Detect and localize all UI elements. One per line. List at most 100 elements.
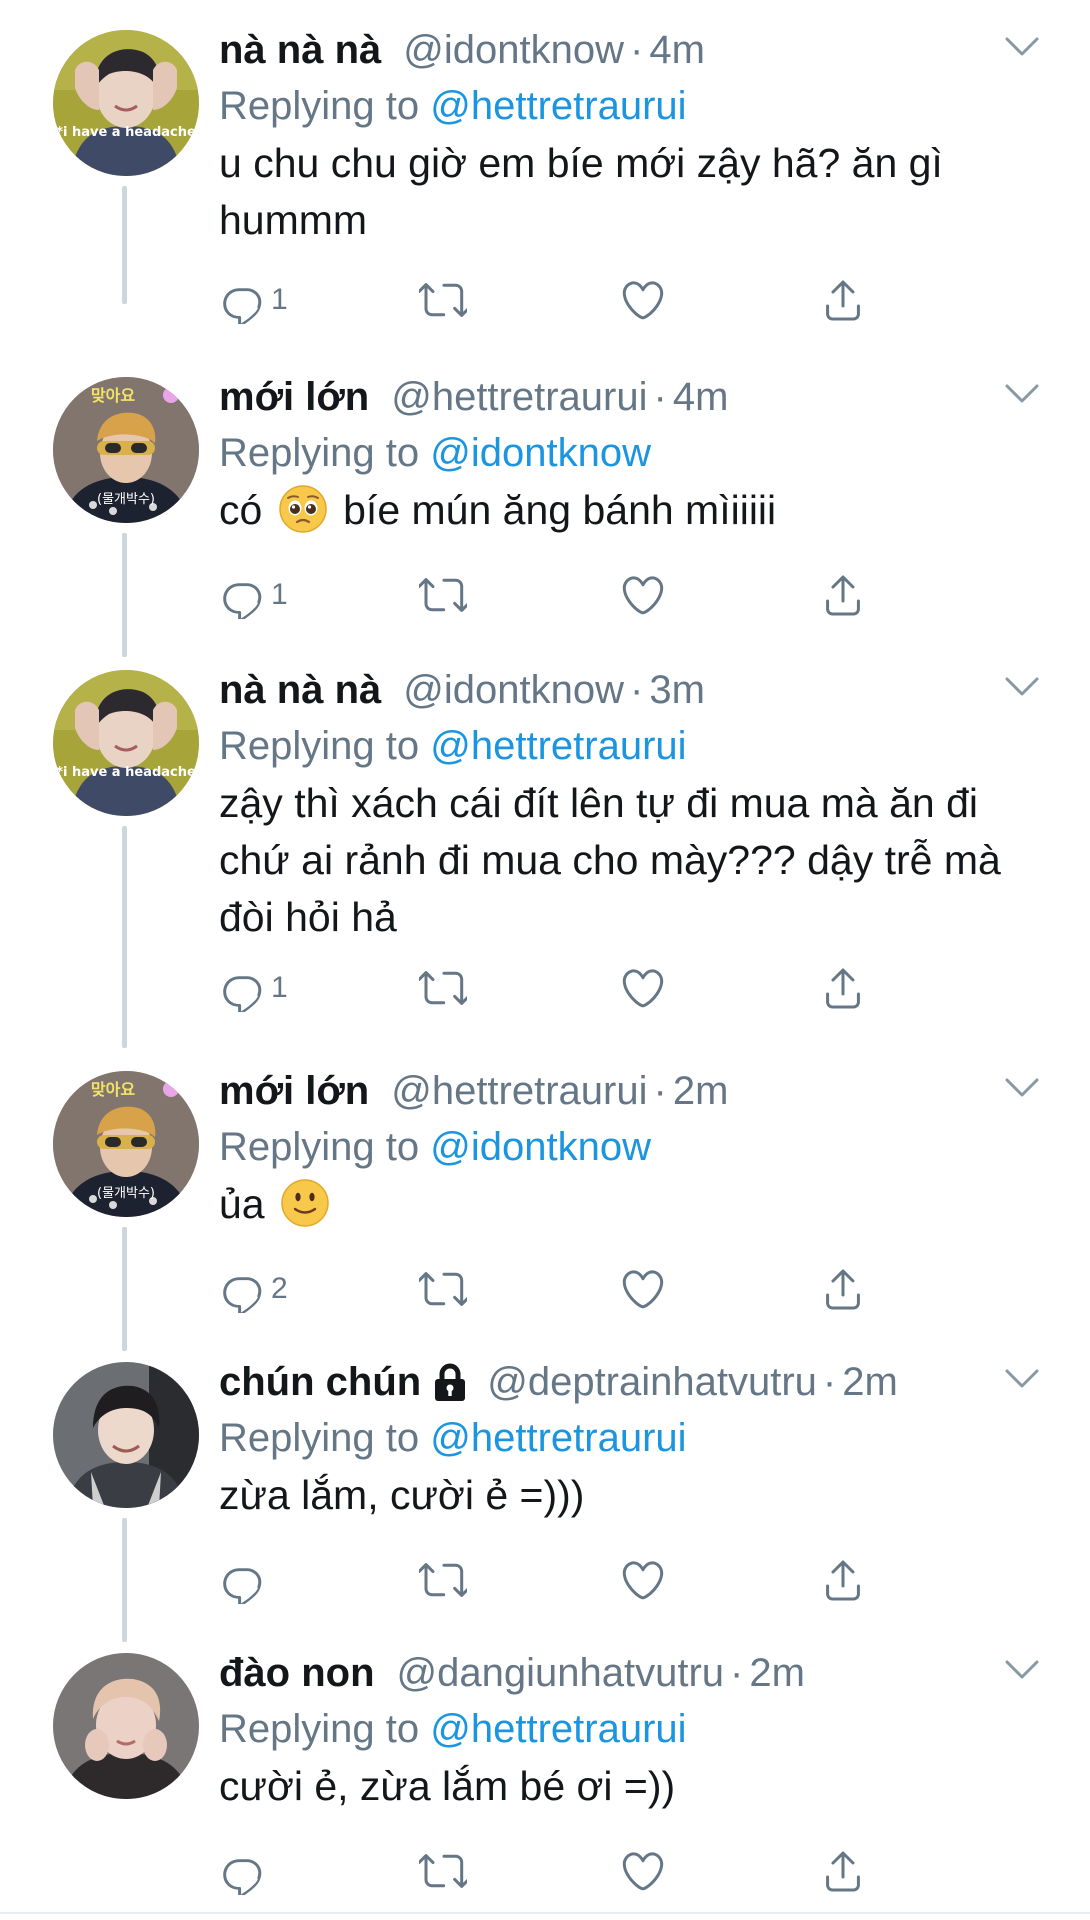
tweet-header: nà nà nà @idontknow · 4m (219, 22, 705, 78)
display-name[interactable]: nà nà nà (219, 22, 381, 78)
chevron-down-icon[interactable] (1004, 1368, 1040, 1390)
user-handle[interactable]: @hettretraurui (391, 369, 647, 425)
mention-link[interactable]: @idontknow (430, 431, 651, 475)
reply-icon (219, 276, 267, 324)
replying-to: Replying to @idontknow (219, 425, 651, 481)
user-handle[interactable]: @hettretraurui (391, 1063, 647, 1119)
tweet-text: zậy thì xách cái đít lên tự đi mua mà ăn… (219, 780, 1001, 940)
avatar[interactable]: *i have a headache (53, 30, 199, 176)
like-button[interactable] (619, 1263, 667, 1315)
tweet[interactable]: chún chún @deptrainhatvutru · 2m Replyin… (0, 1332, 1090, 1642)
heart-icon (619, 276, 667, 324)
tweet-text: có bíe mún ăng bánh mìiiiii (219, 482, 1039, 539)
reply-button[interactable]: 1 (219, 274, 288, 326)
timestamp[interactable]: 4m (673, 369, 729, 425)
tweet[interactable]: 맞아요 (물개박수) mới lớn @hettretraurui · 2m R… (0, 1041, 1090, 1351)
mention-link[interactable]: @hettretraurui (430, 84, 686, 128)
thread-line (122, 533, 127, 657)
thread-line (122, 826, 127, 1048)
avatar[interactable]: *i have a headache (53, 670, 199, 816)
chevron-down-icon[interactable] (1004, 1077, 1040, 1099)
avatar-caption: 맞아요 (91, 1080, 135, 1099)
mention-link[interactable]: @idontknow (430, 1125, 651, 1169)
lock-icon (433, 1362, 467, 1402)
retweet-button[interactable] (419, 274, 467, 326)
retweet-button[interactable] (419, 962, 467, 1014)
replying-to: Replying to @hettretraurui (219, 1410, 687, 1466)
replying-label: Replying to (219, 1416, 420, 1460)
retweet-button[interactable] (419, 1263, 467, 1315)
like-button[interactable] (619, 1845, 667, 1897)
chevron-down-icon[interactable] (1004, 1659, 1040, 1681)
replying-label: Replying to (219, 724, 420, 768)
retweet-button[interactable] (419, 1554, 467, 1606)
like-button[interactable] (619, 962, 667, 1014)
avatar-image: 맞아요 (물개박수) (53, 1071, 199, 1217)
share-icon (819, 276, 867, 324)
slightly-smiling-face-emoji (280, 1178, 330, 1228)
heart-icon (619, 1847, 667, 1895)
avatar[interactable]: 맞아요 (물개박수) (53, 1071, 199, 1217)
timestamp[interactable]: 3m (649, 662, 705, 718)
mention-link[interactable]: @hettretraurui (430, 1416, 686, 1460)
display-name[interactable]: nà nà nà (219, 662, 381, 718)
reply-button[interactable] (219, 1845, 271, 1897)
display-name[interactable]: mới lớn (219, 369, 369, 425)
tweet-text-part: bíe mún ăng bánh mìiiiii (343, 487, 777, 533)
timestamp[interactable]: 2m (749, 1645, 805, 1701)
like-button[interactable] (619, 274, 667, 326)
display-name[interactable]: chún chún (219, 1354, 421, 1410)
avatar[interactable] (53, 1362, 199, 1508)
action-bar: 1 (219, 962, 899, 1014)
timestamp[interactable]: 2m (673, 1063, 729, 1119)
separator-dot: · (822, 1360, 837, 1404)
reply-button[interactable]: 1 (219, 962, 288, 1014)
tweet[interactable]: 맞아요 (물개박수) mới lớn @hettretraurui · 4m R… (0, 347, 1090, 657)
user-handle[interactable]: @idontknow (403, 662, 624, 718)
user-handle[interactable]: @deptrainhatvutru (487, 1354, 817, 1410)
mention-link[interactable]: @hettretraurui (430, 1707, 686, 1751)
heart-icon (619, 964, 667, 1012)
share-button[interactable] (819, 1554, 867, 1606)
avatar-caption: 맞아요 (91, 386, 135, 405)
replying-label: Replying to (219, 431, 420, 475)
chevron-down-icon[interactable] (1004, 383, 1040, 405)
tweet[interactable]: đào non @dangiunhatvutru · 2m Replying t… (0, 1623, 1090, 1913)
share-button[interactable] (819, 1263, 867, 1315)
avatar-image (53, 1653, 199, 1799)
display-name[interactable]: mới lớn (219, 1063, 369, 1119)
retweet-button[interactable] (419, 569, 467, 621)
chevron-down-icon[interactable] (1004, 676, 1040, 698)
mention-link[interactable]: @hettretraurui (430, 724, 686, 768)
reply-icon (219, 1556, 267, 1604)
like-button[interactable] (619, 1554, 667, 1606)
reply-icon (219, 1847, 267, 1895)
share-button[interactable] (819, 962, 867, 1014)
tweet[interactable]: *i have a headache nà nà nà @idontknow ·… (0, 640, 1090, 1048)
timestamp[interactable]: 2m (842, 1354, 898, 1410)
reply-button[interactable] (219, 1554, 271, 1606)
share-button[interactable] (819, 274, 867, 326)
timestamp[interactable]: 4m (649, 22, 705, 78)
user-handle[interactable]: @dangiunhatvutru (397, 1645, 725, 1701)
share-icon (819, 571, 867, 619)
separator-dot: · (653, 1069, 667, 1113)
replying-to: Replying to @hettretraurui (219, 718, 687, 774)
share-button[interactable] (819, 1845, 867, 1897)
reply-button[interactable]: 2 (219, 1263, 288, 1315)
display-name[interactable]: đào non (219, 1645, 375, 1701)
divider (0, 1912, 1090, 1914)
share-button[interactable] (819, 569, 867, 621)
heart-icon (619, 571, 667, 619)
reply-button[interactable]: 1 (219, 569, 288, 621)
avatar[interactable]: 맞아요 (물개박수) (53, 377, 199, 523)
tweet[interactable]: *i have a headache nà nà nà @idontknow ·… (0, 0, 1090, 285)
chevron-down-icon[interactable] (1004, 36, 1040, 58)
avatar[interactable] (53, 1653, 199, 1799)
user-handle[interactable]: @idontknow (403, 22, 624, 78)
like-button[interactable] (619, 569, 667, 621)
avatar-image: *i have a headache (53, 30, 199, 176)
tweet-text-part: ủa (219, 1181, 265, 1227)
reply-count: 1 (271, 283, 288, 316)
retweet-button[interactable] (419, 1845, 467, 1897)
